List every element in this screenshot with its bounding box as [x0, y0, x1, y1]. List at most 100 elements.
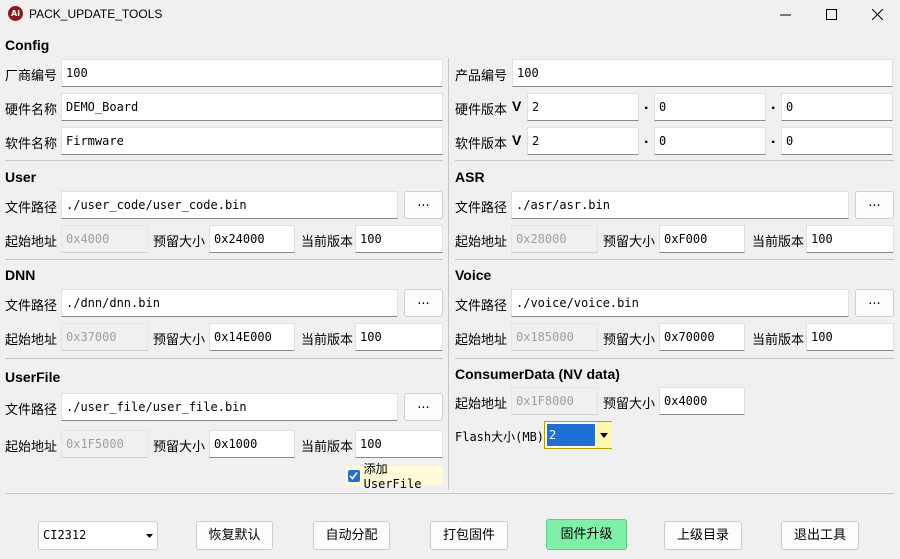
- voice-path-label: 文件路径: [455, 299, 508, 314]
- asr-version-label: 当前版本: [752, 235, 805, 250]
- voice-version-label: 当前版本: [752, 333, 805, 348]
- pack-firmware-button[interactable]: 打包固件: [430, 521, 508, 550]
- chevron-down-icon: [600, 432, 608, 438]
- firmware-upgrade-button[interactable]: 固件升级: [546, 519, 627, 550]
- window-title: PACK_UPDATE_TOOLS: [29, 7, 163, 21]
- dnn-version-label: 当前版本: [301, 333, 354, 348]
- voice-reserve-label: 预留大小: [603, 333, 656, 348]
- consumer-start-label: 起始地址: [455, 397, 508, 412]
- divider: [455, 160, 894, 161]
- sw-version-patch-input[interactable]: 0: [781, 127, 893, 155]
- sw-version-v: V: [512, 132, 522, 148]
- dnn-path-input[interactable]: ./dnn/dnn.bin: [61, 289, 398, 317]
- dnn-version-input[interactable]: 100: [355, 323, 443, 351]
- sw-version-major-input[interactable]: 2: [527, 127, 639, 155]
- parent-directory-button[interactable]: 上级目录: [664, 521, 742, 550]
- asr-version-input[interactable]: 100: [806, 225, 894, 253]
- user-reserve-label: 预留大小: [153, 235, 206, 250]
- userfile-reserve-label: 预留大小: [153, 440, 206, 455]
- asr-reserve-label: 预留大小: [603, 235, 656, 250]
- user-section-title: User: [5, 169, 37, 185]
- userfile-version-input[interactable]: 100: [355, 430, 443, 458]
- sw-version-minor-input[interactable]: 0: [654, 127, 766, 155]
- voice-version-input[interactable]: 100: [806, 323, 894, 351]
- app-icon: Ai: [8, 6, 23, 21]
- user-browse-button[interactable]: ...: [404, 191, 443, 219]
- user-start-address: 0x4000: [61, 225, 148, 253]
- checkbox-checked-icon: [348, 469, 360, 482]
- vendor-id-input[interactable]: 100: [61, 59, 443, 87]
- maximize-icon: [825, 9, 837, 20]
- hw-version-v: V: [512, 98, 522, 114]
- close-button[interactable]: [854, 0, 900, 29]
- voice-start-address: 0x185000: [511, 323, 598, 351]
- hw-version-dot-1: .: [644, 96, 649, 113]
- userfile-path-input[interactable]: ./user_file/user_file.bin: [61, 393, 398, 421]
- sw-name-input[interactable]: Firmware: [61, 127, 443, 155]
- divider: [5, 160, 443, 161]
- auto-allocate-button[interactable]: 自动分配: [313, 521, 390, 550]
- dnn-reserve-label: 预留大小: [153, 333, 206, 348]
- chip-select[interactable]: CI2312: [38, 521, 158, 550]
- dnn-start-label: 起始地址: [5, 333, 58, 348]
- flash-size-select[interactable]: 2: [544, 421, 612, 449]
- exit-tool-button[interactable]: 退出工具: [781, 521, 859, 550]
- voice-section-title: Voice: [455, 267, 492, 283]
- sw-version-dot-1: .: [644, 130, 649, 147]
- dnn-path-label: 文件路径: [5, 299, 58, 314]
- product-label: 产品编号: [455, 69, 508, 84]
- hw-version-patch-input[interactable]: 0: [781, 93, 893, 121]
- user-reserve-input[interactable]: 0x24000: [209, 225, 295, 253]
- sw-version-dot-2: .: [771, 130, 776, 147]
- divider: [5, 259, 443, 260]
- hw-name-input[interactable]: DEMO_Board: [61, 93, 443, 121]
- divider: [455, 358, 894, 359]
- add-userfile-checkbox[interactable]: 添加UserFile: [346, 462, 443, 491]
- userfile-section-title: UserFile: [5, 369, 61, 385]
- dnn-reserve-input[interactable]: 0x14E000: [209, 323, 295, 351]
- asr-browse-button[interactable]: ...: [855, 191, 894, 219]
- flash-size-label: Flash大小(MB): [455, 430, 545, 444]
- hw-name-label: 硬件名称: [5, 103, 58, 118]
- divider: [455, 259, 894, 260]
- dnn-browse-button[interactable]: ...: [404, 289, 443, 317]
- product-id-input[interactable]: 100: [512, 59, 893, 87]
- user-version-input[interactable]: 100: [355, 225, 443, 253]
- userfile-version-label: 当前版本: [301, 440, 354, 455]
- vendor-label: 厂商编号: [5, 69, 58, 84]
- userfile-browse-button[interactable]: ...: [404, 393, 443, 421]
- sw-version-label: 软件版本: [455, 137, 508, 152]
- minimize-icon: [779, 14, 791, 16]
- dnn-section-title: DNN: [5, 267, 36, 283]
- chip-select-value: CI2312: [43, 528, 87, 542]
- voice-reserve-input[interactable]: 0x70000: [659, 323, 745, 351]
- user-start-label: 起始地址: [5, 235, 58, 250]
- voice-path-input[interactable]: ./voice/voice.bin: [511, 289, 849, 317]
- asr-start-address: 0x28000: [511, 225, 598, 253]
- voice-start-label: 起始地址: [455, 333, 508, 348]
- voice-browse-button[interactable]: ...: [855, 289, 894, 317]
- asr-path-input[interactable]: ./asr/asr.bin: [511, 191, 849, 219]
- minimize-button[interactable]: [762, 0, 808, 29]
- user-version-label: 当前版本: [301, 235, 354, 250]
- add-userfile-label: 添加UserFile: [363, 462, 422, 491]
- maximize-button[interactable]: [808, 0, 854, 29]
- consumer-reserve-input[interactable]: 0x4000: [659, 387, 745, 415]
- flash-size-value: 2: [547, 424, 595, 446]
- asr-start-label: 起始地址: [455, 235, 508, 250]
- config-section-title: Config: [5, 37, 50, 53]
- userfile-path-label: 文件路径: [5, 403, 58, 418]
- asr-reserve-input[interactable]: 0xF000: [659, 225, 745, 253]
- userfile-start-address: 0x1F5000: [61, 430, 148, 458]
- userfile-start-label: 起始地址: [5, 440, 58, 455]
- user-path-label: 文件路径: [5, 201, 58, 216]
- hw-version-major-input[interactable]: 2: [527, 93, 639, 121]
- dnn-start-address: 0x37000: [61, 323, 148, 351]
- flash-size-dropdown-button[interactable]: [596, 422, 612, 448]
- restore-default-button[interactable]: 恢复默认: [196, 521, 273, 550]
- chevron-down-icon: [146, 534, 153, 538]
- bottom-divider: [5, 493, 894, 494]
- hw-version-minor-input[interactable]: 0: [654, 93, 766, 121]
- userfile-reserve-input[interactable]: 0x1000: [209, 430, 295, 458]
- user-path-input[interactable]: ./user_code/user_code.bin: [61, 191, 398, 219]
